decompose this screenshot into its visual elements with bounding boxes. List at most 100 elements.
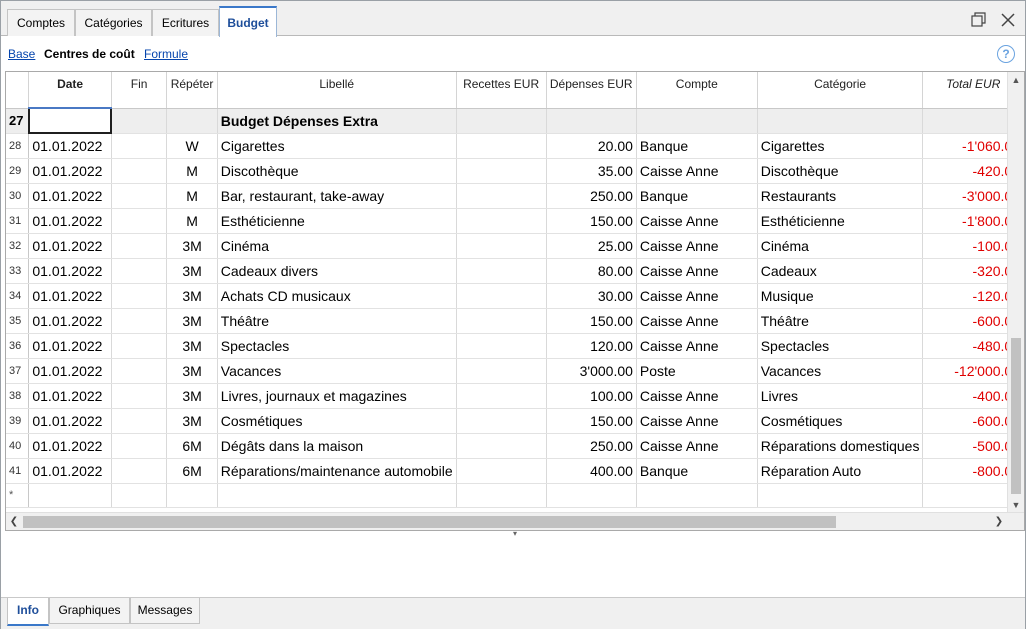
cell-depenses[interactable]: 25.00 bbox=[546, 233, 637, 259]
cell-repeter[interactable]: 3M bbox=[166, 308, 218, 334]
cell-depenses[interactable]: 150.00 bbox=[546, 408, 637, 434]
cell-libelle[interactable]: Livres, journaux et magazines bbox=[217, 383, 457, 409]
column-header-compte[interactable]: Compte bbox=[636, 72, 758, 109]
cell-libelle[interactable]: Vacances bbox=[217, 358, 457, 384]
cell-date[interactable]: 01.01.2022 bbox=[28, 158, 112, 184]
table-cell[interactable] bbox=[757, 483, 924, 508]
table-cell[interactable] bbox=[217, 483, 457, 508]
table-row[interactable]: 37 01.01.2022 3M Vacances 3'000.00 Poste Vacan… bbox=[6, 358, 1024, 384]
cell-date[interactable]: 01.01.2022 bbox=[28, 208, 112, 234]
column-header-depenses[interactable]: Dépenses EUR bbox=[546, 72, 637, 109]
table-cell[interactable] bbox=[636, 108, 758, 134]
cell-categorie[interactable]: Cigarettes bbox=[757, 133, 924, 159]
cell-recettes[interactable] bbox=[456, 308, 547, 334]
cell-compte[interactable]: Banque bbox=[636, 183, 758, 209]
cell-recettes[interactable] bbox=[456, 458, 547, 484]
cell-depenses[interactable]: 35.00 bbox=[546, 158, 637, 184]
cell-fin[interactable] bbox=[111, 233, 168, 259]
help-icon[interactable]: ? bbox=[997, 45, 1015, 63]
cell-repeter[interactable]: 3M bbox=[166, 258, 218, 284]
cell-categorie[interactable]: Vacances bbox=[757, 358, 924, 384]
cell-libelle[interactable]: Spectacles bbox=[217, 333, 457, 359]
table-cell[interactable] bbox=[456, 108, 547, 134]
table-row[interactable]: 31 01.01.2022 M Esthéticienne 150.00 Caisse A… bbox=[6, 208, 1024, 234]
cell-depenses[interactable]: 30.00 bbox=[546, 283, 637, 309]
cell-date[interactable]: 01.01.2022 bbox=[28, 183, 112, 209]
cell-fin[interactable] bbox=[111, 283, 168, 309]
cell-libelle[interactable]: Cigarettes bbox=[217, 133, 457, 159]
table-cell[interactable] bbox=[636, 483, 758, 508]
cell-repeter[interactable]: M bbox=[166, 158, 218, 184]
cell-categorie[interactable]: Livres bbox=[757, 383, 924, 409]
cell-depenses[interactable]: 250.00 bbox=[546, 183, 637, 209]
cell-repeter[interactable]: 6M bbox=[166, 433, 218, 459]
table-cell[interactable] bbox=[166, 483, 218, 508]
column-header-date[interactable]: Date bbox=[28, 72, 112, 109]
tab-info[interactable]: Info bbox=[7, 598, 49, 626]
table-cell[interactable] bbox=[166, 108, 218, 134]
cell-repeter[interactable]: M bbox=[166, 183, 218, 209]
cell-compte[interactable]: Caisse Anne bbox=[636, 433, 758, 459]
tab-comptes[interactable]: Comptes bbox=[7, 9, 75, 36]
cell-libelle[interactable]: Théâtre bbox=[217, 308, 457, 334]
cell-compte[interactable]: Caisse Anne bbox=[636, 308, 758, 334]
close-icon[interactable] bbox=[997, 9, 1019, 31]
cell-date[interactable]: 01.01.2022 bbox=[28, 458, 112, 484]
cell-depenses[interactable]: 250.00 bbox=[546, 433, 637, 459]
tab-categories[interactable]: Catégories bbox=[75, 9, 152, 36]
cell-recettes[interactable] bbox=[456, 208, 547, 234]
cell-recettes[interactable] bbox=[456, 158, 547, 184]
cell-date[interactable]: 01.01.2022 bbox=[28, 358, 112, 384]
cell-fin[interactable] bbox=[111, 408, 168, 434]
tab-messages[interactable]: Messages bbox=[130, 598, 200, 624]
cell-compte[interactable]: Banque bbox=[636, 133, 758, 159]
cell-repeter[interactable]: 3M bbox=[166, 333, 218, 359]
tab-budget[interactable]: Budget bbox=[219, 6, 277, 37]
table-row[interactable]: 30 01.01.2022 M Bar, restaurant, take-away 2… bbox=[6, 183, 1024, 209]
cell-date[interactable]: 01.01.2022 bbox=[28, 133, 112, 159]
table-row[interactable]: 40 01.01.2022 6M Dégâts dans la maison 250.0… bbox=[6, 433, 1024, 459]
cell-compte[interactable]: Caisse Anne bbox=[636, 333, 758, 359]
scroll-down-icon[interactable]: ▼ bbox=[1011, 499, 1021, 511]
cell-date[interactable]: 01.01.2022 bbox=[28, 408, 112, 434]
cell-categorie[interactable]: Discothèque bbox=[757, 158, 924, 184]
table-cell[interactable] bbox=[111, 108, 168, 134]
group-label[interactable]: Budget Dépenses Extra bbox=[217, 108, 457, 134]
cell-repeter[interactable]: 3M bbox=[166, 233, 218, 259]
column-header-repeter[interactable]: Répéter bbox=[166, 72, 218, 109]
cell-recettes[interactable] bbox=[456, 283, 547, 309]
table-row[interactable]: 41 01.01.2022 6M Réparations/maintenance au… bbox=[6, 458, 1024, 484]
cell-libelle[interactable]: Cadeaux divers bbox=[217, 258, 457, 284]
cell-repeter[interactable]: 6M bbox=[166, 458, 218, 484]
cell-recettes[interactable] bbox=[456, 233, 547, 259]
scroll-left-icon[interactable]: ❮ bbox=[7, 515, 21, 529]
column-header-categorie[interactable]: Catégorie bbox=[757, 72, 924, 109]
cell-categorie[interactable]: Réparation Auto bbox=[757, 458, 924, 484]
cell-fin[interactable] bbox=[111, 433, 168, 459]
column-header-libelle[interactable]: Libellé bbox=[217, 72, 457, 109]
cell-compte[interactable]: Caisse Anne bbox=[636, 208, 758, 234]
cell-compte[interactable]: Caisse Anne bbox=[636, 233, 758, 259]
vertical-scrollbar[interactable]: ▲ ▼ bbox=[1007, 72, 1024, 513]
cell-libelle[interactable]: Cosmétiques bbox=[217, 408, 457, 434]
column-header-recettes[interactable]: Recettes EUR bbox=[456, 72, 547, 109]
table-cell[interactable] bbox=[546, 108, 637, 134]
cell-fin[interactable] bbox=[111, 358, 168, 384]
cell-fin[interactable] bbox=[111, 208, 168, 234]
horizontal-scrollbar[interactable]: ❮ ❯ bbox=[6, 512, 1024, 530]
table-row[interactable]: 33 01.01.2022 3M Cadeaux divers 80.00 Caisse … bbox=[6, 258, 1024, 284]
cell-categorie[interactable]: Théâtre bbox=[757, 308, 924, 334]
column-header-fin[interactable]: Fin bbox=[111, 72, 168, 109]
table-cell[interactable] bbox=[757, 108, 924, 134]
cell-repeter[interactable]: 3M bbox=[166, 358, 218, 384]
cell-repeter[interactable]: 3M bbox=[166, 383, 218, 409]
cell-fin[interactable] bbox=[111, 258, 168, 284]
cell-categorie[interactable]: Cosmétiques bbox=[757, 408, 924, 434]
table-cell[interactable] bbox=[28, 483, 112, 508]
cell-libelle[interactable]: Achats CD musicaux bbox=[217, 283, 457, 309]
table-row[interactable]: 34 01.01.2022 3M Achats CD musicaux 30.00 Cai… bbox=[6, 283, 1024, 309]
table-row[interactable]: 36 01.01.2022 3M Spectacles 120.00 Caisse Ann… bbox=[6, 333, 1024, 359]
cell-repeter[interactable]: W bbox=[166, 133, 218, 159]
scroll-right-icon[interactable]: ❯ bbox=[992, 515, 1006, 529]
cell-categorie[interactable]: Musique bbox=[757, 283, 924, 309]
